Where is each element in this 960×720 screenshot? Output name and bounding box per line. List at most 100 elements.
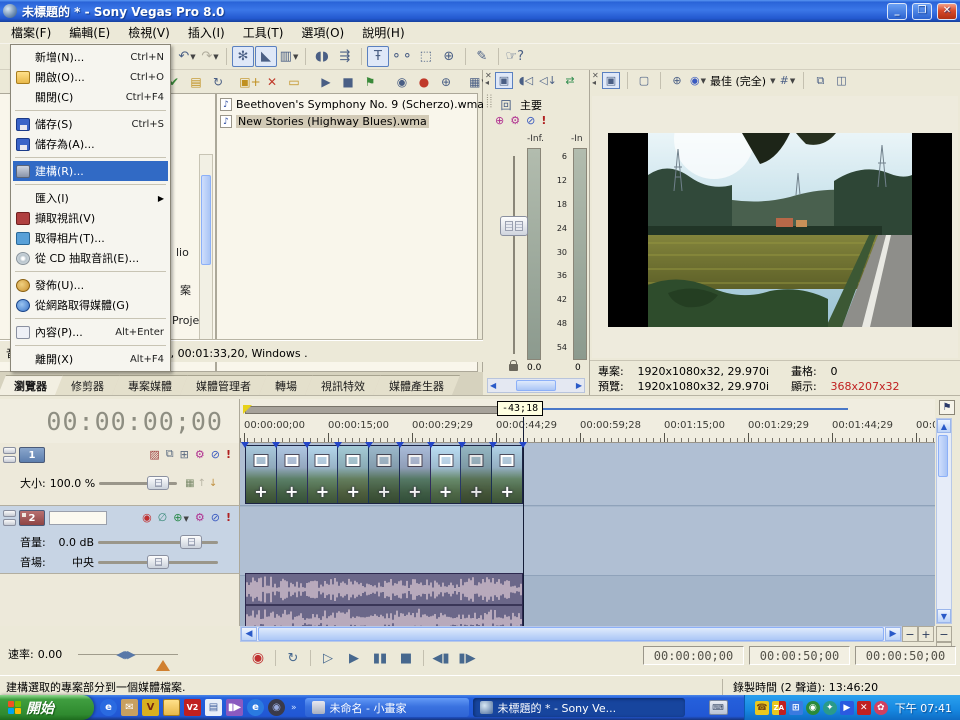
close-panel-icon[interactable]: ✕◂ (485, 72, 492, 86)
capture-video-icon[interactable]: ● (414, 72, 434, 91)
cursor-timecode-display[interactable]: 00:00:00;00 (0, 399, 240, 443)
scroll-thumb[interactable] (516, 380, 556, 391)
track-fx-icon[interactable]: ⊞ (180, 448, 189, 461)
insert-bus-icon[interactable]: ▣ (495, 72, 513, 89)
internet-explorer-icon[interactable]: e (100, 699, 117, 716)
tab-media-generators[interactable]: 媒體產生器 (373, 375, 460, 395)
folder-icon[interactable] (163, 699, 180, 716)
menu-options[interactable]: 選項(O) (292, 21, 353, 44)
file-menu-item-save-as[interactable]: 儲存為(A)... (13, 134, 168, 154)
mute-icon[interactable]: ⊘ (211, 511, 220, 524)
external-monitor-icon[interactable]: ▢ (635, 72, 653, 89)
bypass-motion-blur-icon[interactable]: ▨ (149, 448, 159, 461)
file-menu-item-new[interactable]: 新增(N)...Ctrl+N (13, 47, 168, 67)
tab-video-fx[interactable]: 視訊特效 (305, 375, 381, 395)
pencil-tool-button[interactable]: ✎ (471, 46, 493, 67)
tab-trimmer[interactable]: 修剪器 (55, 375, 120, 395)
vegas-icon[interactable]: V (142, 699, 159, 716)
mail-icon[interactable]: ✉ (121, 699, 138, 716)
selection-start-timecode[interactable]: 00:00:00;00 (643, 646, 744, 665)
lock-fader-icon[interactable] (509, 364, 518, 371)
preview-quality-dropdown-icon[interactable]: ▼ (770, 77, 775, 85)
tray-windows-icon[interactable]: ⊞ (789, 701, 803, 715)
zoom-out-time-button[interactable]: − (902, 626, 918, 642)
selection-end-timecode[interactable]: 00:00:50;00 (749, 646, 850, 665)
video-track-header[interactable]: 1 ▨ ⧉ ⊞ ⚙ ⊘ ! 大小: 100.0 % ▦ ↑ ↓ (0, 443, 240, 506)
quick-launch-overflow-chevron[interactable]: » (289, 703, 299, 713)
zoom-out-track-height-button[interactable]: − (936, 626, 952, 642)
pause-button[interactable]: ▮▮ (368, 648, 392, 668)
start-button[interactable]: 開始 (0, 695, 94, 720)
file-menu-item-capture-video[interactable]: 擷取視訊(V) (13, 208, 168, 228)
slider-handle[interactable] (147, 555, 169, 569)
solo-icon[interactable]: ! (226, 448, 231, 461)
file-menu-item-get-photo[interactable]: 取得相片(T)... (13, 228, 168, 248)
slider-handle[interactable] (147, 476, 169, 490)
close-panel-icon[interactable]: ✕◂ (592, 72, 599, 86)
menu-insert[interactable]: 插入(I) (179, 21, 234, 44)
copy-snapshot-icon[interactable]: ⧉ (811, 72, 829, 89)
automation-settings-icon[interactable]: ⚙ (510, 114, 520, 127)
play-button[interactable]: ▶ (342, 648, 366, 668)
overlays-grid-icon[interactable]: #▼ (778, 72, 796, 89)
media-player-icon[interactable]: ◉ (268, 699, 285, 716)
tree-scrollbar[interactable] (199, 154, 213, 354)
dim-output-icon[interactable]: ◁↓ (539, 72, 557, 89)
file-menu-item-exit[interactable]: 離開(X)Alt+F4 (13, 349, 168, 369)
taskbar-clock[interactable]: 下午 07:41 (895, 700, 952, 716)
redo-button[interactable]: ↷▼ (199, 46, 221, 67)
solo-icon[interactable]: ! (541, 114, 546, 127)
audio-track-number[interactable]: 2 (19, 510, 45, 526)
tray-player-icon[interactable]: ▶ (840, 701, 854, 715)
slider-handle[interactable] (180, 535, 202, 549)
video-track-number[interactable]: 1 (19, 447, 45, 463)
loop-playback-button[interactable]: ↻ (281, 648, 305, 668)
tray-alert-icon[interactable]: ✕ (857, 701, 871, 715)
ruler-tick-strip[interactable]: 00:00:00;00 00:00:15;00 00:00:29;29 00:0… (240, 417, 935, 443)
minimize-button[interactable]: _ (887, 3, 907, 20)
automation-settings-icon[interactable]: ⚙ (195, 511, 205, 524)
file-list-item[interactable]: ♪ Beethoven's Symphony No. 9 (Scherzo).w… (217, 96, 477, 113)
invert-phase-icon[interactable]: ∅ (158, 511, 168, 524)
refresh-icon[interactable]: ↻ (208, 72, 228, 91)
document-app-icon[interactable]: ▤ (205, 699, 222, 716)
stop-preview-icon[interactable]: ■ (338, 72, 358, 91)
folder-up-icon[interactable]: ▤ (186, 72, 206, 91)
tab-explorer[interactable]: 瀏覽器 (0, 375, 63, 395)
mute-icon[interactable]: ⊘ (526, 114, 535, 127)
start-preview-icon[interactable]: ▶ (316, 72, 336, 91)
timeline-vertical-scrollbar[interactable]: ▲ ▼ (936, 418, 952, 624)
scroll-left-icon[interactable]: ◀ (490, 381, 496, 390)
audio-track-header[interactable]: 2 ◉ ∅ ⊕▼ ⚙ ⊘ ! 音量: 0.0 dB 音場: 中央 (0, 506, 240, 574)
arm-record-icon[interactable]: ◉ (142, 511, 152, 524)
loop-region-bar[interactable] (245, 406, 523, 414)
record-button[interactable]: ◉ (246, 648, 270, 668)
scroll-up-icon[interactable]: ▲ (937, 419, 951, 433)
play-from-start-button[interactable]: ▷ (316, 648, 340, 668)
auto-ripple-button[interactable]: ⇶ (334, 46, 356, 67)
video-track-lane[interactable]: + + + + + + + + + (240, 443, 935, 506)
normal-edit-tool-button[interactable]: ✻ (232, 46, 254, 67)
close-button[interactable]: ✕ (937, 3, 957, 20)
make-parent-icon[interactable]: ↓ (209, 478, 217, 489)
make-child-icon[interactable]: ↑ (198, 478, 206, 489)
track-resize-grip[interactable] (3, 447, 16, 467)
preview-quality-label[interactable]: 最佳 (完全) (710, 73, 766, 89)
mixer-scrollbar[interactable]: ◀ ▶ (487, 378, 585, 393)
tray-flower-icon[interactable]: ✿ (874, 701, 888, 715)
rate-scrub-slider[interactable]: ◀◆▶ (78, 654, 178, 655)
zoom-in-time-button[interactable]: + (918, 626, 934, 642)
scroll-thumb[interactable] (258, 627, 884, 641)
menu-help[interactable]: 說明(H) (353, 21, 413, 44)
scroll-right-icon[interactable]: ▶ (885, 627, 901, 641)
panel-grip[interactable]: ∶∶∶∶∶∶ (486, 94, 490, 108)
video-event[interactable]: + + + + + + + + + (245, 445, 523, 504)
file-list-item[interactable]: ♪ New Stories (Highway Blues).wma (217, 113, 477, 130)
file-menu-item-publish[interactable]: 發佈(U)... (13, 275, 168, 295)
timeline-ruler[interactable]: 00:00:00;00 00:00:15;00 00:00:29;29 00:0… (240, 399, 935, 443)
video-output-fx-icon[interactable]: ⊕ (668, 72, 686, 89)
split-screen-view-icon[interactable]: ◉▼ (689, 72, 707, 89)
scroll-right-icon[interactable]: ▶ (576, 381, 582, 390)
get-media-web-icon[interactable]: ⊕ (436, 72, 456, 91)
tab-transitions[interactable]: 轉場 (259, 375, 313, 395)
